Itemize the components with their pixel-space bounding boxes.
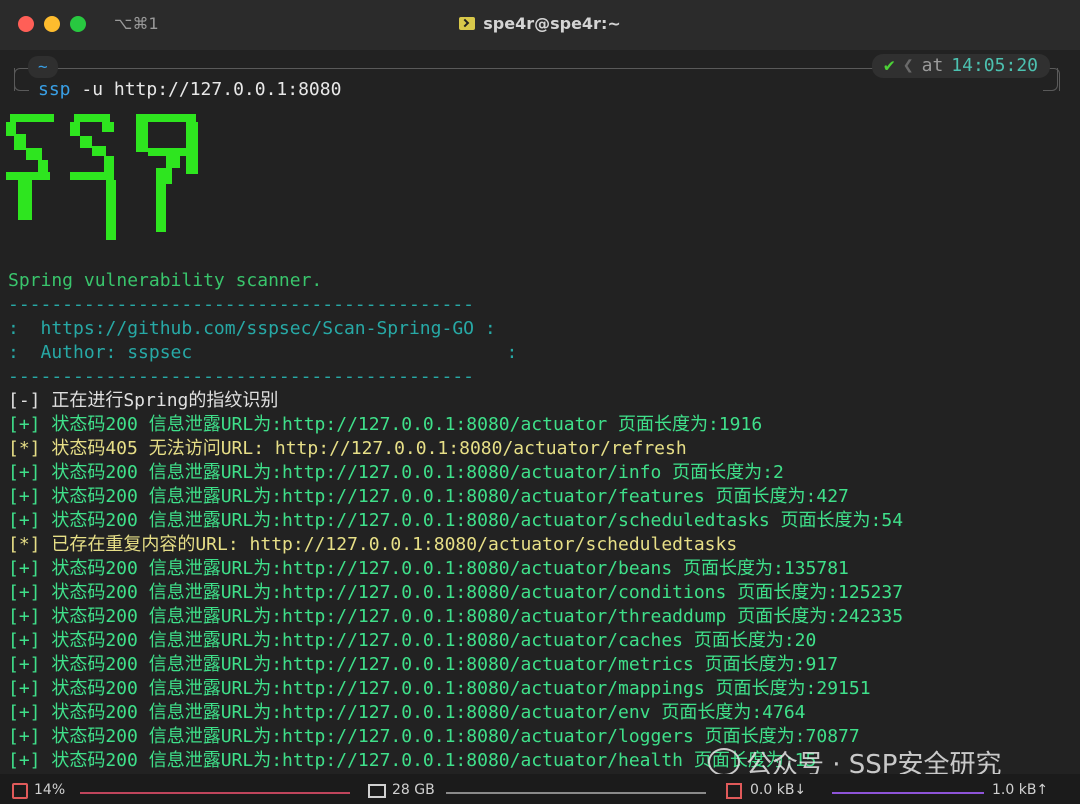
- logo-pixel: [166, 156, 180, 168]
- banner-rule-top: ----------------------------------------…: [8, 294, 474, 315]
- banner-author: : Author: sspsec :: [8, 342, 518, 363]
- logo-pixel: [26, 148, 42, 160]
- logo-pixel: [70, 122, 80, 136]
- logo-pixel: [136, 122, 148, 152]
- logo-pixel: [70, 172, 114, 180]
- network-up: 1.0 kB↑: [992, 782, 1049, 798]
- logo-pixel: [156, 168, 172, 184]
- logo-pixel: [106, 180, 116, 240]
- status-bar: 14% 28 GB 0.0 kB↓ 1.0 kB↑: [0, 774, 1080, 804]
- network-down: 0.0 kB↓: [750, 782, 807, 798]
- prompt-at: at: [921, 55, 944, 76]
- logo-pixel: [156, 184, 166, 232]
- banner-subtitle: Spring vulnerability scanner.: [8, 270, 323, 291]
- output-line: [+] 状态码200 信息泄露URL为:http://127.0.0.1:808…: [8, 654, 839, 675]
- window-title-area: spe4r@spe4r:~: [0, 14, 1080, 33]
- network-graph: [832, 792, 984, 794]
- logo-pixel: [92, 146, 106, 156]
- command-line: ssp -u http://127.0.0.1:8080: [38, 78, 341, 102]
- command-args: -u http://127.0.0.1:8080: [70, 79, 342, 100]
- cpu-icon: [12, 783, 28, 799]
- prompt-frame-left: [14, 68, 29, 91]
- logo-pixel: [186, 152, 198, 174]
- memory-graph: [446, 792, 706, 794]
- output-line: [+] 状态码200 信息泄露URL为:http://127.0.0.1:808…: [8, 702, 806, 723]
- output-line: [+] 状态码200 信息泄露URL为:http://127.0.0.1:808…: [8, 414, 763, 435]
- logo-pixel: [18, 180, 32, 220]
- logo-pixel: [14, 134, 26, 150]
- output-line: [+] 状态码200 信息泄露URL为:http://127.0.0.1:808…: [8, 606, 904, 627]
- output-line: [+] 状态码200 信息泄露URL为:http://127.0.0.1:808…: [8, 510, 904, 531]
- network-icon: [726, 783, 742, 799]
- logo-pixel: [136, 114, 196, 122]
- cpu-graph: [80, 792, 350, 794]
- prompt-cwd: ~: [28, 56, 58, 78]
- check-icon: ✔: [883, 55, 895, 76]
- output-line: [+] 状态码200 信息泄露URL为:http://127.0.0.1:808…: [8, 558, 849, 579]
- output-line: [+] 状态码200 信息泄露URL为:http://127.0.0.1:808…: [8, 486, 849, 507]
- logo-pixel: [6, 172, 50, 180]
- terminal-content[interactable]: ~ ✔ ❮ at 14:05:20 ssp -u http://127.0.0.1:8…: [0, 50, 1080, 780]
- logo-pixel: [148, 148, 188, 156]
- logo-pixel: [104, 156, 114, 172]
- output-line: [+] 状态码200 信息泄露URL为:http://127.0.0.1:808…: [8, 630, 817, 651]
- logo-pixel: [102, 122, 114, 132]
- logo-pixel: [10, 114, 54, 122]
- wechat-icon: [708, 748, 740, 776]
- command-exe: ssp: [38, 79, 71, 100]
- terminal-window: ⌥⌘1 spe4r@spe4r:~ ~ ✔ ❮ at 14:05:20 ssp -u …: [0, 0, 1080, 804]
- logo-pixel: [80, 136, 92, 148]
- banner-github: : https://github.com/sspsec/Scan-Spring-…: [8, 318, 496, 339]
- terminal-icon: [459, 17, 476, 30]
- output-line: [+] 状态码200 信息泄露URL为:http://127.0.0.1:808…: [8, 678, 871, 699]
- banner-rule-bottom: ----------------------------------------…: [8, 366, 474, 387]
- output-line: [+] 状态码200 信息泄露URL为:http://127.0.0.1:808…: [8, 462, 784, 483]
- prompt-time: 14:05:20: [951, 55, 1038, 76]
- output-line: [*] 状态码405 无法访问URL: http://127.0.0.1:808…: [8, 438, 687, 459]
- output-line: [+] 状态码200 信息泄露URL为:http://127.0.0.1:808…: [8, 582, 904, 603]
- output-line: [*] 已存在重复内容的URL: http://127.0.0.1:8080/a…: [8, 534, 738, 555]
- memory-icon: [368, 784, 386, 798]
- title-bar[interactable]: ⌥⌘1 spe4r@spe4r:~: [0, 0, 1080, 50]
- cpu-usage: 14%: [34, 782, 66, 798]
- prompt-status: ✔ ❮ at 14:05:20: [871, 54, 1050, 78]
- watermark: 公众号 · SSP安全研究: [708, 744, 1001, 780]
- chevron-left-icon: ❮: [902, 55, 914, 76]
- memory-usage: 28 GB: [392, 782, 435, 798]
- window-title: spe4r@spe4r:~: [483, 14, 621, 33]
- output-line: [-] 正在进行Spring的指纹识别: [8, 390, 279, 411]
- logo-pixel: [74, 114, 110, 122]
- output-line: [+] 状态码200 信息泄露URL为:http://127.0.0.1:808…: [8, 750, 817, 771]
